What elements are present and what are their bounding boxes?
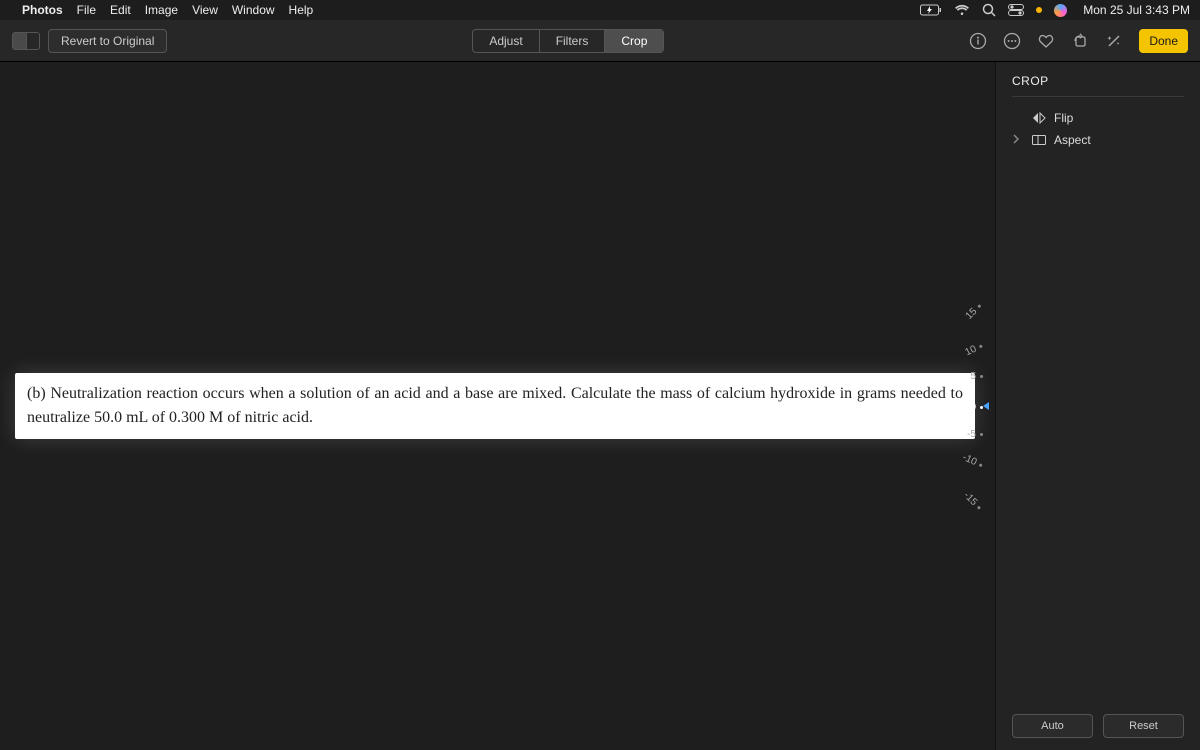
flip-icon xyxy=(1032,112,1046,124)
dial-tick: -15 xyxy=(961,490,984,513)
menu-view[interactable]: View xyxy=(192,3,218,17)
info-icon[interactable] xyxy=(969,32,987,50)
menu-help[interactable]: Help xyxy=(289,3,314,17)
revert-button[interactable]: Revert to Original xyxy=(48,29,167,53)
edit-toolbar: Revert to Original Adjust Filters Crop D… xyxy=(0,20,1200,62)
menu-file[interactable]: File xyxy=(77,3,96,17)
dial-tick: 5 xyxy=(970,371,983,382)
menu-window[interactable]: Window xyxy=(232,3,275,17)
crop-sidebar: CROP Flip Aspect Auto Reset xyxy=(995,62,1200,750)
placeholder-icon xyxy=(1012,111,1024,125)
more-icon[interactable] xyxy=(1003,32,1021,50)
dial-tick: -10 xyxy=(960,452,984,471)
tab-adjust[interactable]: Adjust xyxy=(473,30,539,52)
notification-dot-icon xyxy=(1036,7,1042,13)
menu-app[interactable]: Photos xyxy=(22,3,63,17)
aspect-label: Aspect xyxy=(1054,133,1091,147)
tab-crop[interactable]: Crop xyxy=(605,30,663,52)
rotate-icon[interactable] xyxy=(1071,32,1089,50)
dial-pointer-icon xyxy=(983,402,989,410)
spotlight-icon[interactable] xyxy=(982,3,996,17)
straighten-dial[interactable]: 151050-5-10-15 xyxy=(933,306,983,506)
battery-icon[interactable] xyxy=(920,4,942,16)
reset-button[interactable]: Reset xyxy=(1103,714,1184,738)
control-center-icon[interactable] xyxy=(1008,4,1024,16)
favorite-icon[interactable] xyxy=(1037,32,1055,50)
flip-row[interactable]: Flip xyxy=(1012,107,1184,129)
menubar: Photos File Edit Image View Window Help … xyxy=(0,0,1200,20)
compare-toggle[interactable] xyxy=(12,32,40,50)
aspect-icon xyxy=(1032,135,1046,145)
done-button[interactable]: Done xyxy=(1139,29,1188,53)
status-icons: Mon 25 Jul 3:43 PM xyxy=(920,3,1190,17)
menu-edit[interactable]: Edit xyxy=(110,3,131,17)
menubar-clock[interactable]: Mon 25 Jul 3:43 PM xyxy=(1083,3,1190,17)
tab-filters[interactable]: Filters xyxy=(540,30,606,52)
dial-tick: 15 xyxy=(964,301,985,322)
edit-mode-segmented: Adjust Filters Crop xyxy=(472,29,664,53)
dial-tick: 0 xyxy=(970,402,983,413)
chevron-right-icon xyxy=(1012,133,1024,147)
flip-label: Flip xyxy=(1054,111,1073,125)
aspect-row[interactable]: Aspect xyxy=(1012,129,1184,151)
workspace: (b) Neutralization reaction occurs when … xyxy=(0,62,1200,750)
wifi-icon[interactable] xyxy=(954,4,970,16)
sidebar-title: CROP xyxy=(1012,74,1184,97)
auto-button[interactable]: Auto xyxy=(1012,714,1093,738)
dial-tick: 10 xyxy=(963,341,984,359)
canvas-area[interactable]: (b) Neutralization reaction occurs when … xyxy=(0,62,995,750)
image-content: (b) Neutralization reaction occurs when … xyxy=(15,373,975,439)
auto-enhance-icon[interactable] xyxy=(1105,32,1123,50)
siri-icon[interactable] xyxy=(1054,4,1067,17)
dial-tick: -5 xyxy=(967,429,983,440)
menu-image[interactable]: Image xyxy=(145,3,178,17)
